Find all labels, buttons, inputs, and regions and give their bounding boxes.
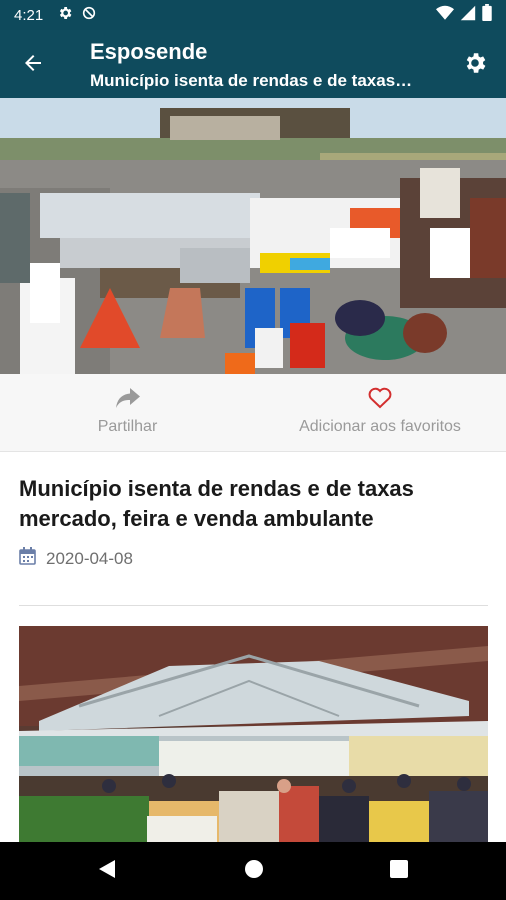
circle-home-icon — [244, 859, 264, 884]
action-row: Partilhar Adicionar aos favoritos — [0, 374, 506, 452]
share-arrow-icon — [115, 386, 140, 410]
back-button[interactable] — [18, 50, 48, 80]
page-title: Esposende — [90, 39, 208, 64]
article-image — [19, 626, 488, 842]
battery-icon — [482, 4, 492, 26]
nav-home-button[interactable] — [239, 856, 269, 886]
wifi-icon — [436, 5, 454, 26]
gear-icon — [462, 50, 488, 81]
arrow-back-icon — [21, 51, 45, 80]
settings-button[interactable] — [460, 50, 490, 80]
share-label: Partilhar — [97, 418, 158, 435]
share-button[interactable]: Partilhar — [60, 374, 195, 452]
nav-back-button[interactable] — [92, 856, 122, 886]
status-left-icons — [57, 5, 97, 26]
status-bar: 4:21 — [0, 0, 506, 30]
gear-icon — [57, 5, 73, 26]
heart-outline-icon — [368, 386, 392, 410]
divider — [19, 605, 488, 606]
square-recents-icon — [390, 859, 408, 883]
system-navigation-bar — [0, 842, 506, 900]
triangle-back-icon — [98, 859, 116, 884]
hero-image — [0, 98, 506, 374]
article-date: 2020-04-08 — [46, 548, 133, 568]
cellular-signal-icon — [460, 5, 476, 26]
article-title: Município isenta de rendas e de taxas me… — [19, 476, 414, 531]
status-time: 4:21 — [14, 6, 44, 24]
calendar-icon — [19, 547, 36, 570]
status-right-icons — [436, 4, 492, 26]
nav-recents-button[interactable] — [384, 856, 414, 886]
add-to-favorites-button[interactable]: Adicionar aos favoritos — [280, 374, 480, 452]
sync-off-icon — [81, 5, 97, 26]
favorites-label: Adicionar aos favoritos — [299, 418, 461, 435]
page-subtitle: Município isenta de rendas e de taxas… — [90, 71, 413, 90]
date-row: 2020-04-08 — [19, 547, 133, 570]
app-bar: Esposende Município isenta de rendas e d… — [0, 30, 506, 98]
